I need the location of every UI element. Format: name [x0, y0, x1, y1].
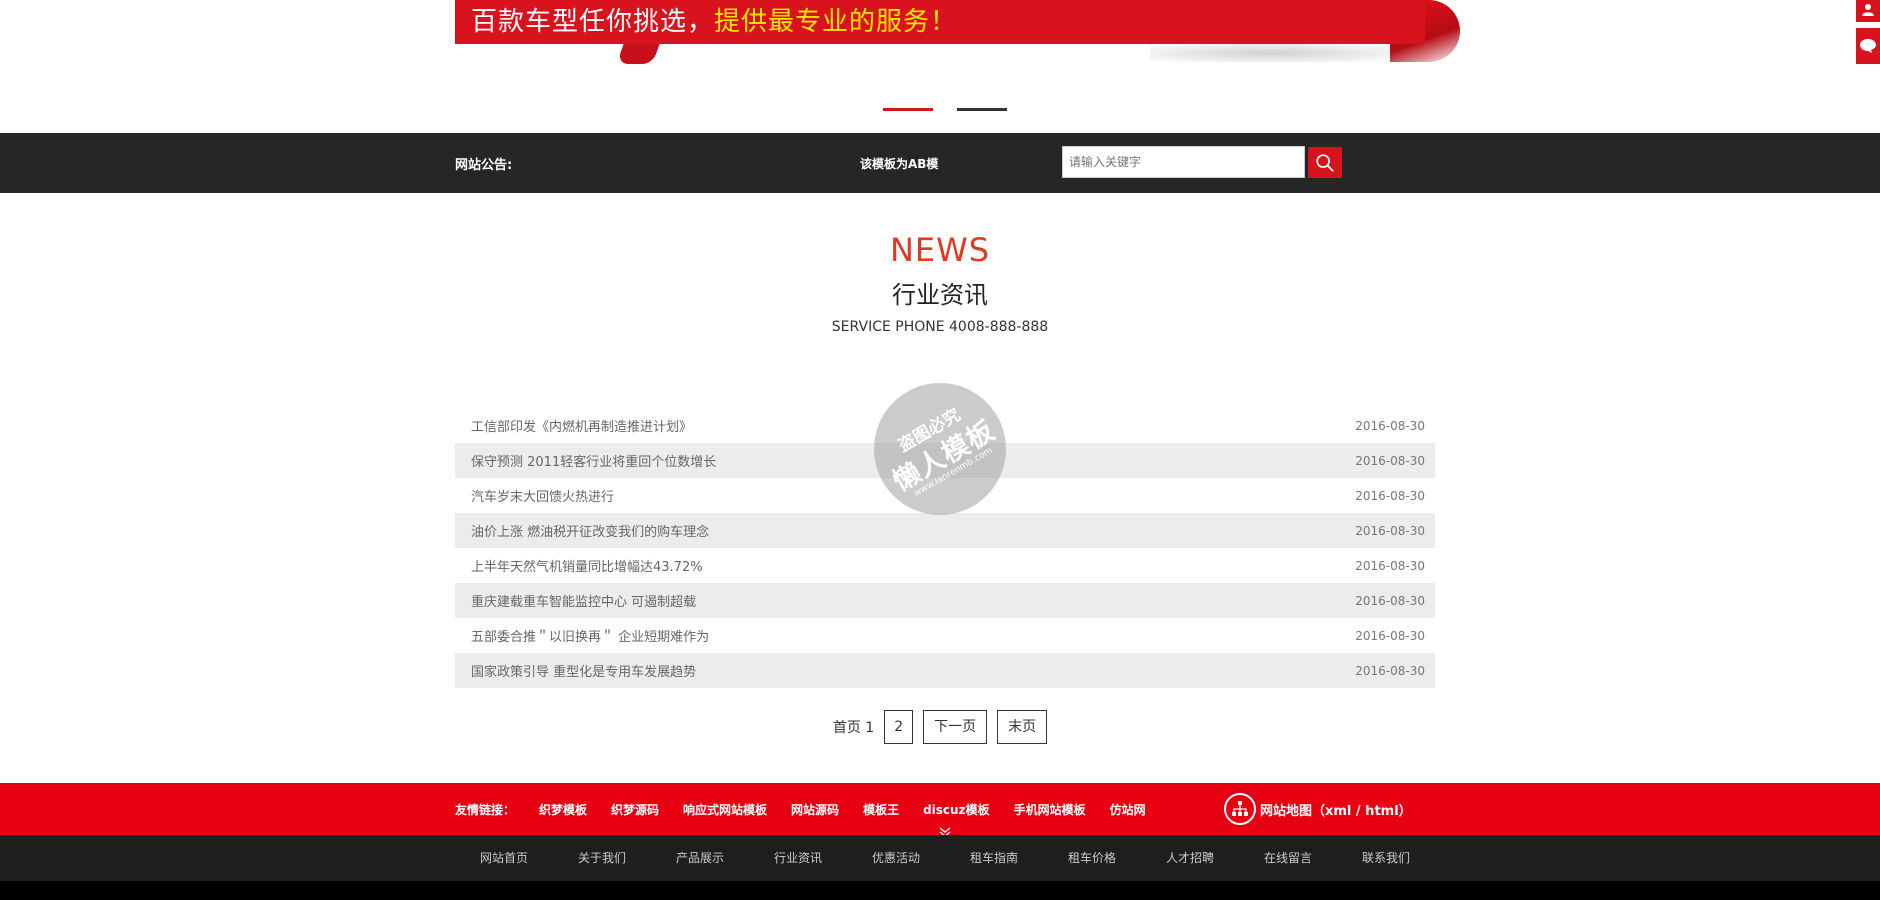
pager-current: 1 — [865, 720, 875, 736]
news-date: 2016-08-30 — [1355, 523, 1425, 538]
footer-nav-item[interactable]: 关于我们 — [553, 835, 651, 881]
user-icon[interactable] — [1856, 0, 1880, 22]
notice-title: 网站公告: — [455, 158, 513, 173]
search-icon — [1316, 154, 1334, 172]
ribbon-left — [616, 44, 660, 64]
news-date: 2016-08-30 — [1355, 488, 1425, 503]
friend-links-label: 友情链接： — [455, 803, 516, 817]
news-row[interactable]: 国家政策引导 重型化是专用车发展趋势 2016-08-30 — [455, 653, 1435, 688]
news-row[interactable]: 上半年天然气机销量同比增幅达43.72% 2016-08-30 — [455, 548, 1435, 583]
side-tools — [1856, 0, 1880, 66]
pagination: 首页 1 2 下一页 末页 — [0, 710, 1880, 744]
friend-link[interactable]: 仿站网 — [1110, 801, 1146, 818]
watermark-seal: 盗图必究 懒人模板 www.lanrenmb.com — [874, 383, 1006, 515]
footer-nav-item[interactable]: 网站首页 — [455, 835, 553, 881]
footer-nav-item[interactable]: 在线留言 — [1239, 835, 1337, 881]
pager-last[interactable]: 末页 — [997, 710, 1048, 744]
friend-link[interactable]: 手机网站模板 — [1014, 801, 1086, 818]
section-title-cn: 行业资讯 — [892, 281, 988, 309]
news-title[interactable]: 油价上涨 燃油税开征改变我们的购车理念 — [471, 521, 709, 540]
sitemap-icon — [1224, 793, 1256, 825]
footer-nav-item[interactable]: 租车指南 — [945, 835, 1043, 881]
slider-dots — [883, 108, 1007, 111]
slider-dot-1[interactable] — [883, 108, 933, 111]
news-title[interactable]: 保守预测 2011轻客行业将重回个位数增长 — [471, 451, 716, 470]
news-title[interactable]: 上半年天然气机销量同比增幅达43.72% — [471, 556, 703, 575]
banner-slogan-yellow: 提供最专业的服务！ — [714, 7, 958, 37]
news-date: 2016-08-30 — [1355, 628, 1425, 643]
friend-link[interactable]: 模板王 — [863, 801, 899, 818]
friend-link[interactable]: discuz模板 — [923, 801, 990, 818]
friend-links-list: 织梦模板 织梦源码 响应式网站模板 网站源码 模板王 discuz模板 手机网站… — [539, 801, 1146, 818]
news-date: 2016-08-30 — [1355, 453, 1425, 468]
news-row[interactable]: 油价上涨 燃油税开征改变我们的购车理念 2016-08-30 — [455, 513, 1435, 548]
news-title[interactable]: 五部委合推＂以旧换再＂ 企业短期难作为 — [471, 626, 709, 645]
search-button[interactable] — [1308, 147, 1342, 178]
footer-nav-item[interactable]: 租车价格 — [1043, 835, 1141, 881]
friend-link[interactable]: 织梦源码 — [611, 801, 659, 818]
footer-nav-item[interactable]: 产品展示 — [651, 835, 749, 881]
notice-text[interactable]: 该模板为AB模 — [860, 155, 938, 172]
sitemap-label: 网站地图（xml / html） — [1260, 803, 1412, 819]
footer-nav: 网站首页 关于我们 产品展示 行业资讯 优惠活动 租车指南 租车价格 人才招聘 … — [0, 835, 1880, 881]
pager-first[interactable]: 首页 1 — [833, 717, 874, 737]
pager-next[interactable]: 下一页 — [923, 710, 988, 744]
search-input[interactable] — [1062, 146, 1305, 178]
pager-page-2[interactable]: 2 — [884, 710, 914, 744]
friend-link[interactable]: 网站源码 — [791, 801, 839, 818]
news-title[interactable]: 重庆建载重车智能监控中心 可遏制超载 — [471, 591, 696, 610]
footer-nav-item[interactable]: 人才招聘 — [1141, 835, 1239, 881]
news-date: 2016-08-30 — [1355, 593, 1425, 608]
sitemap-link[interactable]: 网站地图（xml / html） — [1224, 793, 1412, 825]
news-title[interactable]: 工信部印发《内燃机再制造推进计划》 — [471, 416, 692, 435]
news-title[interactable]: 国家政策引导 重型化是专用车发展趋势 — [471, 661, 696, 680]
page: 百款车型任你挑选，提供最专业的服务！ 网站公告: 该模板为AB模 NEWS 行业… — [0, 0, 1880, 900]
friend-link[interactable]: 响应式网站模板 — [683, 801, 767, 818]
banner-slogan-white: 百款车型任你挑选， — [471, 7, 715, 37]
news-title[interactable]: 汽车岁末大回馈火热进行 — [471, 486, 614, 505]
news-date: 2016-08-30 — [1355, 663, 1425, 678]
news-date: 2016-08-30 — [1355, 418, 1425, 433]
bottom-bar — [0, 881, 1880, 900]
slider-dot-2[interactable] — [957, 108, 1007, 111]
hero-banner[interactable]: 百款车型任你挑选，提供最专业的服务！ — [0, 0, 1880, 133]
footer-nav-item[interactable]: 行业资讯 — [749, 835, 847, 881]
footer-nav-item[interactable]: 优惠活动 — [847, 835, 945, 881]
chat-icon[interactable] — [1856, 28, 1880, 64]
section-title-en: NEWS — [889, 231, 991, 269]
car-shadow — [1150, 44, 1390, 62]
news-row[interactable]: 五部委合推＂以旧换再＂ 企业短期难作为 2016-08-30 — [455, 618, 1435, 653]
banner-slogan: 百款车型任你挑选，提供最专业的服务！ — [455, 0, 1425, 44]
news-date: 2016-08-30 — [1355, 558, 1425, 573]
news-row[interactable]: 重庆建载重车智能监控中心 可遏制超载 2016-08-30 — [455, 583, 1435, 618]
friend-link[interactable]: 织梦模板 — [539, 801, 587, 818]
notice-bar: 网站公告: 该模板为AB模 — [0, 133, 1880, 193]
footer-nav-item[interactable]: 联系我们 — [1337, 835, 1435, 881]
service-phone: SERVICE PHONE 4008-888-888 — [831, 319, 1049, 335]
